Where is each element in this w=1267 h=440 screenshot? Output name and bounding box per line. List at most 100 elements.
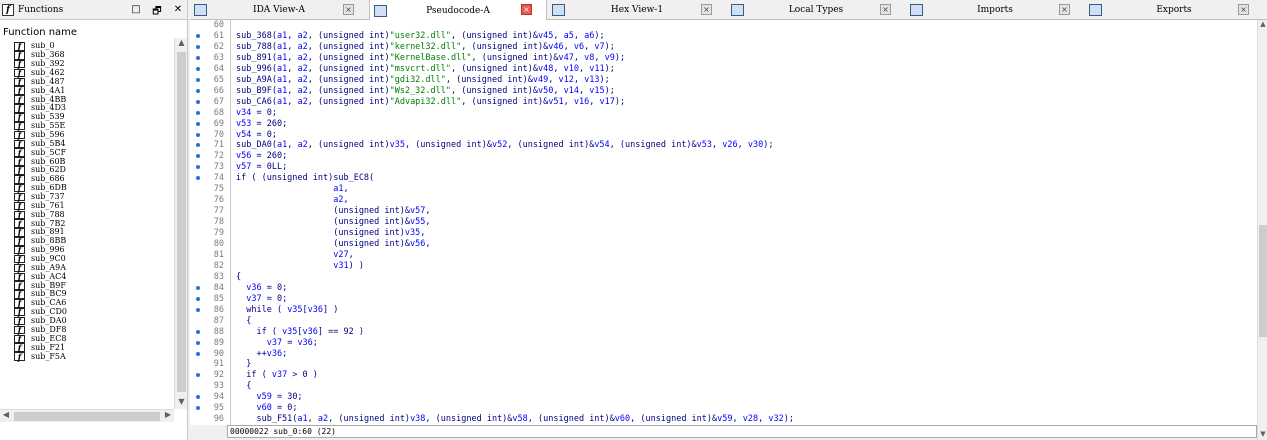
function-list-item[interactable]: f sub_55E	[3, 121, 173, 131]
breakpoint-marker[interactable]	[196, 176, 200, 181]
function-list-item[interactable]: f sub_0	[3, 42, 173, 51]
code-line[interactable]: 69 v53 = 260;	[190, 119, 1257, 129]
function-list-item[interactable]: f sub_F5A	[3, 352, 173, 362]
code-line[interactable]: 92 if ( v37 > 0 )	[190, 370, 1257, 380]
code-line[interactable]: 70 v54 = 0;	[190, 130, 1257, 140]
breakpoint-marker[interactable]	[196, 55, 200, 60]
scroll-left-icon[interactable]: ◀	[0, 410, 12, 423]
maximize-button[interactable]: □	[131, 4, 141, 21]
breakpoint-marker[interactable]	[196, 395, 200, 400]
function-list-item[interactable]: f sub_596	[3, 130, 173, 140]
breakpoint-marker[interactable]	[196, 44, 200, 49]
code-line[interactable]: 80 (unsigned int)&v56,	[190, 239, 1257, 249]
code-line[interactable]: 81 v27,	[190, 250, 1257, 260]
code-line[interactable]: 68 v34 = 0;	[190, 108, 1257, 118]
code-line[interactable]: 75 a1,	[190, 184, 1257, 194]
breakpoint-marker[interactable]	[196, 88, 200, 93]
function-list-item[interactable]: f sub_9C0	[3, 254, 173, 264]
function-list-item[interactable]: f sub_7B2	[3, 219, 173, 229]
code-line[interactable]: 82 v31) )	[190, 261, 1257, 271]
scrollbar-thumb[interactable]	[14, 412, 160, 421]
code-line[interactable]: 94 v59 = 30;	[190, 392, 1257, 402]
function-list-item[interactable]: f sub_CD0	[3, 307, 173, 317]
code-line[interactable]: 83 {	[190, 272, 1257, 282]
tab-4[interactable]: Imports ×	[906, 0, 1084, 20]
scroll-up-icon[interactable]: ▲	[175, 38, 188, 50]
breakpoint-marker[interactable]	[196, 340, 200, 345]
scroll-down-icon[interactable]: ▼	[175, 397, 188, 409]
pseudocode-view[interactable]: 60 61 sub_368(a1, a2, (unsigned int)"user3…	[190, 20, 1257, 425]
scroll-down-icon[interactable]: ▼	[1258, 430, 1267, 440]
tab-5[interactable]: Exports ×	[1085, 0, 1263, 20]
close-tab-icon[interactable]: ×	[1059, 4, 1070, 15]
breakpoint-marker[interactable]	[196, 373, 200, 378]
code-line[interactable]: 96 sub_F51(a1, a2, (unsigned int)v38, (u…	[190, 414, 1257, 424]
breakpoint-marker[interactable]	[196, 154, 200, 159]
code-line[interactable]: 87 {	[190, 316, 1257, 326]
breakpoint-marker[interactable]	[196, 77, 200, 82]
breakpoint-marker[interactable]	[196, 406, 200, 411]
function-list-item[interactable]: f sub_761	[3, 201, 173, 211]
function-list-item[interactable]: f sub_CA6	[3, 298, 173, 308]
breakpoint-marker[interactable]	[196, 351, 200, 356]
code-line[interactable]: 67 sub_CA6(a1, a2, (unsigned int)"Advapi3…	[190, 97, 1257, 107]
code-line[interactable]: 84 v36 = 0;	[190, 283, 1257, 293]
breakpoint-marker[interactable]	[196, 307, 200, 312]
breakpoint-marker[interactable]	[196, 329, 200, 334]
close-tab-icon[interactable]: ×	[880, 4, 891, 15]
tab-3[interactable]: Local Types ×	[727, 0, 905, 20]
pseudocode-vertical-scrollbar[interactable]: ▲ ▼	[1257, 20, 1267, 440]
close-tab-icon[interactable]: ×	[343, 4, 354, 15]
function-list-horizontal-scrollbar[interactable]: ◀ ▶	[0, 409, 174, 422]
function-list-item[interactable]: f sub_539	[3, 112, 173, 122]
scroll-up-icon[interactable]: ▲	[1258, 20, 1267, 30]
code-line[interactable]: 79 (unsigned int)v35,	[190, 228, 1257, 238]
function-list-item[interactable]: f sub_A9A	[3, 263, 173, 273]
code-line[interactable]: 93 {	[190, 381, 1257, 391]
code-line[interactable]: 90 ++v36;	[190, 349, 1257, 359]
function-list-item[interactable]: f sub_DF8	[3, 325, 173, 335]
code-line[interactable]: 61 sub_368(a1, a2, (unsigned int)"user32.…	[190, 31, 1257, 41]
code-line[interactable]: 78 (unsigned int)&v55,	[190, 217, 1257, 227]
function-list-item[interactable]: f sub_BC9	[3, 289, 173, 299]
code-line[interactable]: 72 v56 = 260;	[190, 151, 1257, 161]
function-list-item[interactable]: f sub_B9F	[3, 281, 173, 291]
function-list-item[interactable]: f sub_4BB	[3, 95, 173, 105]
breakpoint-marker[interactable]	[196, 33, 200, 38]
function-list-item[interactable]: f sub_4A1	[3, 86, 173, 96]
breakpoint-marker[interactable]	[196, 121, 200, 126]
code-line[interactable]: 73 v57 = 0LL;	[190, 162, 1257, 172]
function-list-item[interactable]: f sub_F21	[3, 343, 173, 353]
function-list-item[interactable]: f sub_788	[3, 210, 173, 220]
breakpoint-marker[interactable]	[196, 110, 200, 115]
close-tab-icon[interactable]: ×	[521, 4, 532, 15]
code-line[interactable]: 65 sub_A9A(a1, a2, (unsigned int)"gdi32.d…	[190, 75, 1257, 85]
tab-0[interactable]: IDA View-A ×	[190, 0, 368, 20]
function-list-item[interactable]: f sub_60B	[3, 157, 173, 167]
function-name-column-header[interactable]: Function name	[0, 24, 174, 42]
code-line[interactable]: 62 sub_788(a1, a2, (unsigned int)"kernel3…	[190, 42, 1257, 52]
function-list-item[interactable]: f sub_4D3	[3, 103, 173, 113]
breakpoint-marker[interactable]	[196, 285, 200, 290]
breakpoint-marker[interactable]	[196, 132, 200, 137]
function-list-item[interactable]: f sub_487	[3, 77, 173, 87]
code-line[interactable]: 63 sub_891(a1, a2, (unsigned int)"KernelB…	[190, 53, 1257, 63]
breakpoint-marker[interactable]	[196, 66, 200, 71]
breakpoint-marker[interactable]	[196, 143, 200, 148]
code-line[interactable]: 60	[190, 20, 1257, 30]
code-line[interactable]: 88 if ( v35[v36] == 92 )	[190, 327, 1257, 337]
breakpoint-marker[interactable]	[196, 296, 200, 301]
function-list-item[interactable]: f sub_DA0	[3, 316, 173, 326]
code-line[interactable]: 85 v37 = 0;	[190, 294, 1257, 304]
function-list-item[interactable]: f sub_368	[3, 50, 173, 60]
close-tab-icon[interactable]: ×	[701, 4, 712, 15]
code-line[interactable]: 64 sub_996(a1, a2, (unsigned int)"msvcrt.…	[190, 64, 1257, 74]
function-list-item[interactable]: f sub_462	[3, 68, 173, 78]
function-list-item[interactable]: f sub_62D	[3, 165, 173, 175]
scrollbar-thumb[interactable]	[1259, 225, 1267, 337]
function-list-item[interactable]: f sub_737	[3, 192, 173, 202]
code-line[interactable]: 71 sub_DA0(a1, a2, (unsigned int)v35, (un…	[190, 140, 1257, 150]
breakpoint-marker[interactable]	[196, 165, 200, 170]
code-line[interactable]: 89 v37 = v36;	[190, 338, 1257, 348]
close-tab-icon[interactable]: ×	[1238, 4, 1249, 15]
